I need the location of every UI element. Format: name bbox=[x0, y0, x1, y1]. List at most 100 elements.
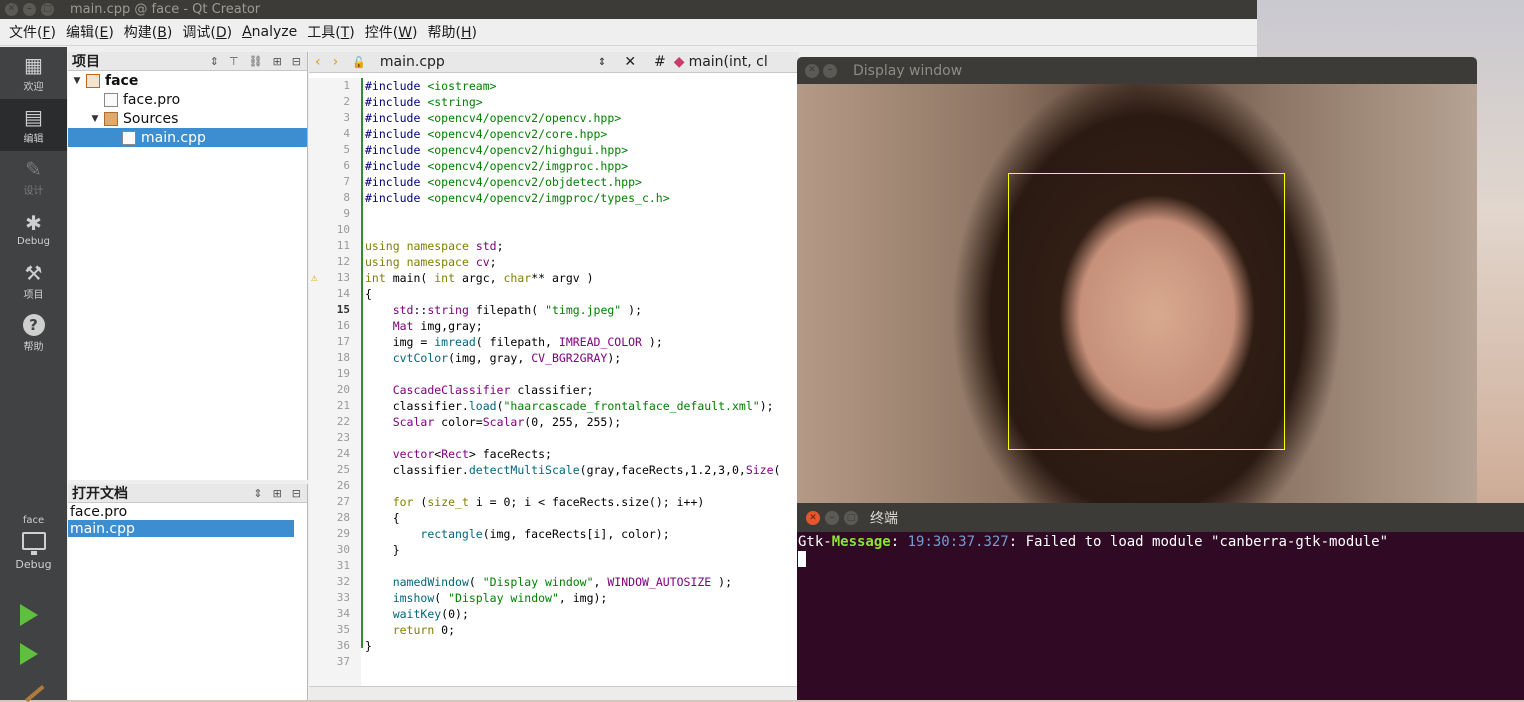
code-line[interactable]: #include <opencv4/opencv2/opencv.hpp> bbox=[365, 110, 799, 126]
code-line[interactable]: Scalar color=Scalar(0, 255, 255); bbox=[365, 414, 799, 430]
back-icon[interactable]: ‹ bbox=[309, 54, 327, 70]
term-time: 19:30:37.327 bbox=[907, 534, 1009, 550]
code-line[interactable]: img = imread( filepath, IMREAD_COLOR ); bbox=[365, 334, 799, 350]
code-line[interactable]: std::string filepath( "timg.jpeg" ); bbox=[365, 302, 799, 318]
code-line[interactable] bbox=[365, 206, 799, 222]
code-line[interactable]: for (size_t i = 0; i < faceRects.size();… bbox=[365, 494, 799, 510]
split-icon[interactable]: ⊞ bbox=[273, 487, 282, 500]
code-line[interactable]: #include <opencv4/opencv2/core.hpp> bbox=[365, 126, 799, 142]
build-hammer-icon[interactable] bbox=[17, 675, 45, 702]
expand-arrow-icon[interactable]: ▼ bbox=[90, 114, 100, 124]
code-line[interactable]: #include <iostream> bbox=[365, 78, 799, 94]
tree-item[interactable]: ▼ face bbox=[68, 71, 307, 90]
mode-button[interactable]: ? 帮助 bbox=[0, 307, 67, 359]
tree-item[interactable]: face.pro bbox=[68, 90, 307, 109]
code-line[interactable]: { bbox=[365, 286, 799, 302]
mode-button[interactable]: ⚒ 项目 bbox=[0, 255, 67, 307]
code-line[interactable]: classifier.detectMultiScale(gray,faceRec… bbox=[365, 462, 799, 478]
open-document-item[interactable]: face.pro bbox=[68, 503, 294, 520]
run-button[interactable] bbox=[20, 604, 38, 626]
maximize-button[interactable]: □ bbox=[41, 3, 54, 16]
code-line[interactable]: #include <opencv4/opencv2/imgproc.hpp> bbox=[365, 158, 799, 174]
forward-icon[interactable]: › bbox=[327, 54, 345, 70]
minimize-button[interactable]: – bbox=[823, 63, 837, 78]
link-icon[interactable]: ⛓ bbox=[249, 55, 263, 68]
code-line[interactable]: Mat img,gray; bbox=[365, 318, 799, 334]
hash-symbol: # bbox=[654, 54, 666, 70]
minimize-button[interactable]: – bbox=[825, 510, 839, 525]
terminal-output[interactable]: Gtk-Message: 19:30:37.327: Failed to loa… bbox=[797, 532, 1524, 570]
code-line[interactable]: imshow( "Display window", img); bbox=[365, 590, 799, 606]
display-window: ✕ – Display window bbox=[797, 57, 1477, 503]
close-file-icon[interactable]: ✕ bbox=[616, 54, 644, 70]
code-line[interactable]: int main( int argc, char** argv ) bbox=[365, 270, 799, 286]
code-area[interactable]: #include <iostream> #include <string> #inc… bbox=[365, 78, 799, 688]
code-line[interactable] bbox=[365, 430, 799, 446]
code-line[interactable]: namedWindow( "Display window", WINDOW_AU… bbox=[365, 574, 799, 590]
mode-button[interactable]: ▤ 编辑 bbox=[0, 99, 67, 151]
close-button[interactable]: ✕ bbox=[805, 63, 819, 78]
horizontal-scrollbar[interactable] bbox=[309, 686, 799, 700]
code-editor[interactable]: ‹ › 🔓 main.cpp ⇕ ✕ # ◆ main(int, cl 1234… bbox=[309, 52, 799, 700]
expand-arrow-icon[interactable]: ▼ bbox=[72, 76, 82, 86]
code-line[interactable]: using namespace std; bbox=[365, 238, 799, 254]
view-select-icon[interactable]: ⇕ bbox=[253, 487, 262, 500]
code-line[interactable] bbox=[365, 478, 799, 494]
code-line[interactable] bbox=[365, 222, 799, 238]
code-line[interactable]: using namespace cv; bbox=[365, 254, 799, 270]
line-number: 19 bbox=[336, 367, 350, 380]
code-line[interactable]: #include <opencv4/opencv2/objdetect.hpp> bbox=[365, 174, 799, 190]
mode-button[interactable]: ✎ 设计 bbox=[0, 151, 67, 203]
target-selector[interactable]: face Debug bbox=[0, 515, 67, 571]
code-line[interactable] bbox=[365, 366, 799, 382]
open-document-item[interactable]: main.cpp bbox=[68, 520, 294, 537]
close-button[interactable]: ✕ bbox=[5, 3, 18, 16]
close-pane-icon[interactable]: ⊟ bbox=[292, 487, 301, 500]
filter-icon[interactable]: ⊤ bbox=[229, 55, 239, 68]
menu-item[interactable]: 控件(W) bbox=[360, 22, 423, 42]
code-line[interactable]: } bbox=[365, 638, 799, 654]
code-line[interactable]: #include <opencv4/opencv2/imgproc/types_… bbox=[365, 190, 799, 206]
mode-button[interactable]: ▦ 欢迎 bbox=[0, 47, 67, 99]
monitor-icon bbox=[21, 532, 46, 555]
mode-button[interactable]: ✱ Debug bbox=[0, 203, 67, 255]
menu-label-tail: ) bbox=[471, 25, 477, 41]
file-tab[interactable]: main.cpp bbox=[372, 54, 598, 70]
file-select-icon[interactable]: ⇕ bbox=[598, 57, 616, 68]
menu-item[interactable]: 编辑(E) bbox=[61, 22, 119, 42]
code-line[interactable]: { bbox=[365, 510, 799, 526]
menu-item[interactable]: 构建(B) bbox=[119, 22, 178, 42]
debug-run-button[interactable] bbox=[20, 643, 38, 665]
warning-icon[interactable]: ⚠ bbox=[309, 270, 318, 286]
close-pane-icon[interactable]: ⊟ bbox=[292, 55, 301, 68]
symbol-selector[interactable]: main(int, cl bbox=[689, 54, 768, 70]
editor-toolbar: ‹ › 🔓 main.cpp ⇕ ✕ # ◆ main(int, cl bbox=[309, 52, 799, 73]
line-number: 1 bbox=[343, 79, 350, 92]
code-line[interactable]: classifier.load("haarcascade_frontalface… bbox=[365, 398, 799, 414]
code-line[interactable]: } bbox=[365, 542, 799, 558]
menu-item[interactable]: 帮助(H) bbox=[423, 22, 482, 42]
line-number: 5 bbox=[343, 143, 350, 156]
minimize-button[interactable]: – bbox=[23, 3, 36, 16]
menu-item[interactable]: 调试(D) bbox=[177, 22, 237, 42]
code-line[interactable]: waitKey(0); bbox=[365, 606, 799, 622]
view-select-icon[interactable]: ⇕ bbox=[210, 55, 219, 68]
split-icon[interactable]: ⊞ bbox=[273, 55, 282, 68]
code-line[interactable] bbox=[365, 654, 799, 670]
tree-item-label: main.cpp bbox=[141, 129, 206, 146]
menu-item[interactable]: 文件(F) bbox=[4, 22, 61, 42]
code-line[interactable]: return 0; bbox=[365, 622, 799, 638]
tree-item[interactable]: main.cpp bbox=[68, 128, 307, 147]
close-button[interactable]: ✕ bbox=[806, 510, 820, 525]
code-line[interactable]: #include <opencv4/opencv2/highgui.hpp> bbox=[365, 142, 799, 158]
tree-item[interactable]: ▼ Sources bbox=[68, 109, 307, 128]
menu-item[interactable]: Analyze bbox=[237, 24, 302, 40]
code-line[interactable]: cvtColor(img, gray, CV_BGR2GRAY); bbox=[365, 350, 799, 366]
code-line[interactable]: vector<Rect> faceRects; bbox=[365, 446, 799, 462]
maximize-button[interactable]: □ bbox=[844, 510, 858, 525]
code-line[interactable] bbox=[365, 558, 799, 574]
code-line[interactable]: CascadeClassifier classifier; bbox=[365, 382, 799, 398]
code-line[interactable]: rectangle(img, faceRects[i], color); bbox=[365, 526, 799, 542]
menu-item[interactable]: 工具(T) bbox=[302, 22, 360, 42]
code-line[interactable]: #include <string> bbox=[365, 94, 799, 110]
